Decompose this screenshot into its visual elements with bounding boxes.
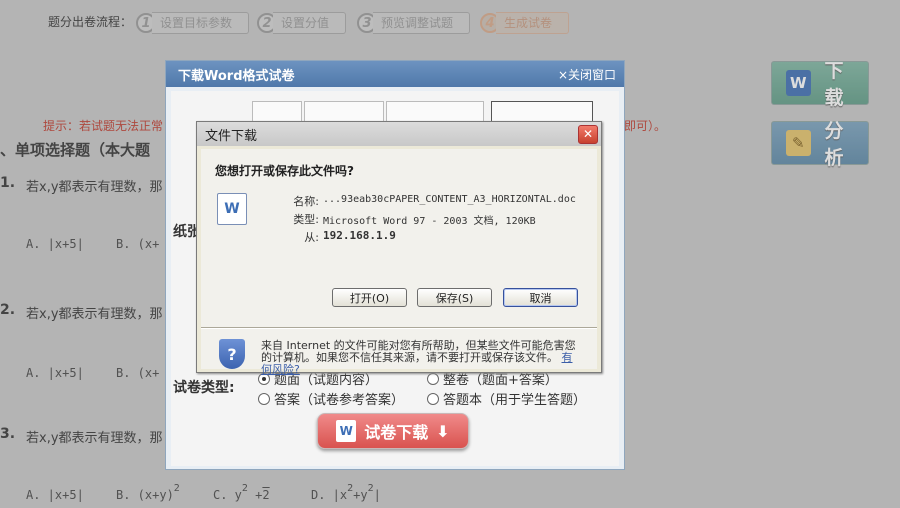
word-doc-icon: W xyxy=(336,420,357,442)
file-source-label: 从: xyxy=(304,231,319,244)
arrow-down-icon: ⬇ xyxy=(436,421,450,441)
paper-type-label: 试卷类型: xyxy=(173,380,235,396)
dialog-title: 文件下载 xyxy=(205,128,258,144)
dialog-title: 下载Word格式试卷 xyxy=(178,68,295,84)
cancel-button[interactable]: 取消 xyxy=(503,288,578,307)
word-document-icon: W xyxy=(217,193,247,225)
file-source-value: 192.168.1.9 xyxy=(323,229,396,242)
save-button[interactable]: 保存(S) xyxy=(417,288,492,307)
close-icon[interactable]: ✕ xyxy=(578,124,598,144)
dialog-question: 您想打开或保存此文件吗? xyxy=(215,164,354,178)
exam-download-button[interactable]: W 试卷下载 ⬇ xyxy=(317,413,469,449)
radio-button[interactable] xyxy=(258,392,270,405)
type-option-answer-sheet[interactable]: 答题本（用于学生答题） xyxy=(427,389,586,408)
dialog-title-bar: 下载Word格式试卷 ×关闭窗口 xyxy=(166,61,624,87)
file-download-dialog: 文件下载 ✕ 您想打开或保存此文件吗? W 名称: ...93eab30cPAP… xyxy=(196,121,602,376)
type-option-answer[interactable]: 答案（试卷参考答案） xyxy=(258,389,404,408)
dialog-title-bar[interactable]: 文件下载 ✕ xyxy=(197,122,601,146)
dialog-content: 您想打开或保存此文件吗? W 名称: ...93eab30cPAPER_CONT… xyxy=(201,149,597,376)
file-name-value: ...93eab30cPAPER_CONTENT_A3_HORIZONTAL.d… xyxy=(323,194,576,205)
file-name-label: 名称: xyxy=(293,195,319,208)
shield-warning-icon: ? xyxy=(219,339,245,369)
security-warning: 来自 Internet 的文件可能对您有所帮助，但某些文件可能危害您的计算机。如… xyxy=(261,339,576,376)
close-window-button[interactable]: ×关闭窗口 xyxy=(558,66,616,83)
divider xyxy=(201,327,597,329)
file-type-value: Microsoft Word 97 - 2003 文档, 120KB xyxy=(323,216,536,227)
file-type-label: 类型: xyxy=(293,213,319,226)
open-button[interactable]: 打开(O) xyxy=(332,288,407,307)
radio-button[interactable] xyxy=(427,392,439,405)
